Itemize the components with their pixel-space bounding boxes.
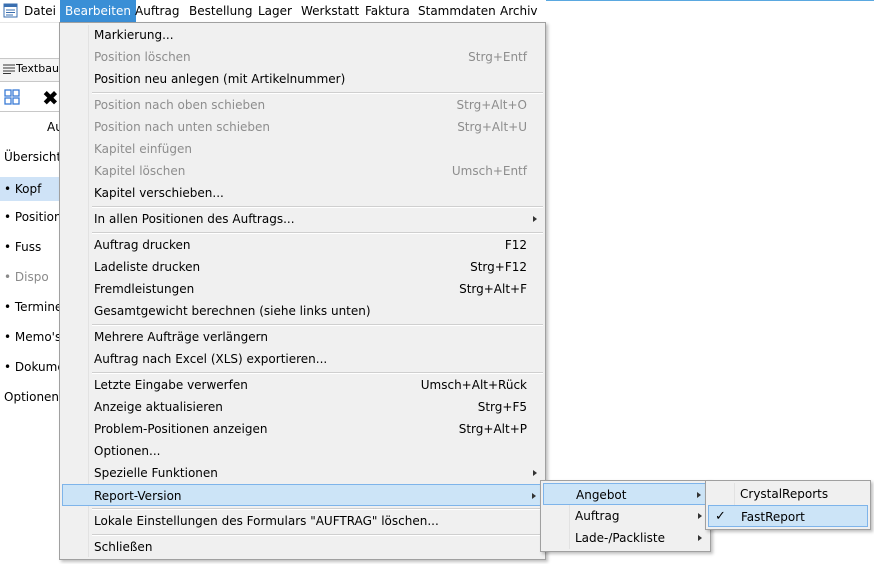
menu-item-kapitel-einfuegen[interactable]: Kapitel einfügen	[62, 138, 543, 160]
menu-item-report-version[interactable]: Report-Version	[62, 484, 543, 506]
side-item-optionen[interactable]: Optionen	[4, 387, 59, 407]
menu-datei[interactable]: Datei	[19, 0, 61, 22]
menu-item-auftraege-verlaengern[interactable]: Mehrere Aufträge verlängern	[62, 326, 543, 348]
grid-icon[interactable]	[4, 89, 20, 105]
submenu-arrow-icon	[698, 535, 702, 541]
submenu-item-fastreport[interactable]: ✓ FastReport	[708, 505, 868, 527]
side-item-memos[interactable]: • Memo's	[4, 327, 61, 347]
menu-item-position-oben[interactable]: Position nach oben schieben Strg+Alt+O	[62, 94, 543, 116]
submenu-item-angebot[interactable]: Angebot	[543, 483, 708, 505]
menu-item-position-loeschen[interactable]: Position löschen Strg+Entf	[62, 46, 543, 68]
submenu-arrow-icon	[532, 493, 536, 499]
menu-item-alle-positionen[interactable]: In allen Positionen des Auftrags...	[62, 208, 543, 230]
submenu-arrow-icon	[533, 216, 537, 222]
menu-auftrag[interactable]: Auftrag	[130, 0, 184, 22]
menu-bar: Datei Bearbeiten Auftrag Bestellung Lage…	[0, 0, 546, 23]
report-version-submenu: Angebot Auftrag Lade-/Packliste	[540, 480, 711, 552]
text-lines-icon	[3, 64, 15, 74]
side-item-dokumente[interactable]: • Dokume	[4, 357, 65, 377]
side-item-fuss[interactable]: • Fuss	[4, 237, 41, 257]
menu-item-lokale-einstellungen[interactable]: Lokale Einstellungen des Formulars "AUFT…	[62, 510, 543, 532]
menu-werkstatt[interactable]: Werkstatt	[296, 0, 364, 22]
menu-item-kapitel-loeschen[interactable]: Kapitel löschen Umsch+Entf	[62, 160, 543, 182]
menu-item-anzeige-aktualisieren[interactable]: Anzeige aktualisieren Strg+F5	[62, 396, 543, 418]
menu-item-eingabe-verwerfen[interactable]: Letzte Eingabe verwerfen Umsch+Alt+Rück	[62, 374, 543, 396]
menu-item-spezielle-funktionen[interactable]: Spezielle Funktionen	[62, 462, 543, 484]
menu-archiv[interactable]: Archiv	[495, 0, 543, 22]
menu-stammdaten[interactable]: Stammdaten	[413, 0, 501, 22]
side-item-uebersicht[interactable]: Übersicht	[4, 147, 61, 167]
menu-item-fremdleistungen[interactable]: Fremdleistungen Strg+Alt+F	[62, 278, 543, 300]
textbaustein-label: Textbaus	[16, 62, 65, 75]
menu-item-position-unten[interactable]: Position nach unten schieben Strg+Alt+U	[62, 116, 543, 138]
background-toolbar: ✖	[0, 85, 60, 112]
submenu-item-auftrag[interactable]: Auftrag	[543, 505, 708, 527]
submenu-item-crystalreports[interactable]: CrystalReports	[708, 483, 868, 505]
menu-lager[interactable]: Lager	[253, 0, 297, 22]
menu-item-excel-export[interactable]: Auftrag nach Excel (XLS) exportieren...	[62, 348, 543, 370]
side-item-dispo[interactable]: • Dispo	[4, 267, 49, 287]
app-menu-icon[interactable]	[3, 3, 18, 18]
menu-bestellung[interactable]: Bestellung	[184, 0, 257, 22]
menu-faktura[interactable]: Faktura	[360, 0, 415, 22]
side-item-position[interactable]: • Position	[4, 207, 62, 227]
submenu-arrow-icon	[697, 492, 701, 498]
close-icon[interactable]: ✖	[42, 86, 59, 110]
textbaustein-button[interactable]: Textbaus	[0, 58, 65, 82]
bearbeiten-menu: Markierung... Position löschen Strg+Entf …	[59, 22, 546, 560]
menu-item-kapitel-verschieben[interactable]: Kapitel verschieben...	[62, 182, 543, 204]
menu-item-schliessen[interactable]: Schließen	[62, 536, 543, 558]
menu-item-position-neu[interactable]: Position neu anlegen (mit Artikelnummer)	[62, 68, 543, 90]
window-top-border	[546, 0, 874, 1]
checkmark-icon: ✓	[715, 509, 726, 524]
menu-item-ladeliste-drucken[interactable]: Ladeliste drucken Strg+F12	[62, 256, 543, 278]
menu-item-problem-positionen[interactable]: Problem-Positionen anzeigen Strg+Alt+P	[62, 418, 543, 440]
menu-item-gesamtgewicht[interactable]: Gesamtgewicht berechnen (siehe links unt…	[62, 300, 543, 322]
side-item-termine[interactable]: • Termine	[4, 297, 62, 317]
submenu-item-ladeliste[interactable]: Lade-/Packliste	[543, 527, 708, 549]
side-item-kopf[interactable]: • Kopf	[0, 177, 60, 201]
menu-item-auftrag-drucken[interactable]: Auftrag drucken F12	[62, 234, 543, 256]
angebot-submenu: CrystalReports ✓ FastReport	[705, 480, 871, 530]
submenu-arrow-icon	[533, 470, 537, 476]
submenu-arrow-icon	[698, 513, 702, 519]
menu-item-markierung[interactable]: Markierung...	[62, 24, 543, 46]
menu-item-optionen[interactable]: Optionen...	[62, 440, 543, 462]
menu-bearbeiten[interactable]: Bearbeiten	[60, 0, 136, 22]
